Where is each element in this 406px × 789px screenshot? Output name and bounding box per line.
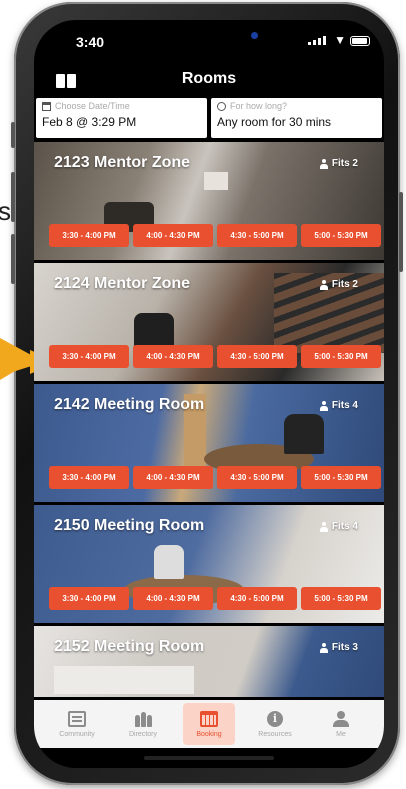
me-icon	[332, 710, 350, 727]
tab-label: Directory	[128, 730, 157, 738]
time-slot-button[interactable]: 4:00 - 4:30 PM	[133, 466, 213, 489]
time-slot-button[interactable]: 4:30 - 5:00 PM	[217, 224, 297, 247]
time-slot-button[interactable]: 3:30 - 4:00 PM	[49, 345, 129, 368]
room-card[interactable]: 2124 Mentor Zone Fits 2 3:30 - 4:00 PM 4…	[34, 263, 384, 381]
room-photo-detail	[284, 414, 324, 454]
duration-placeholder: For how long?	[230, 101, 288, 111]
date-time-placeholder: Choose Date/Time	[55, 101, 130, 111]
room-capacity: Fits 4	[319, 521, 358, 532]
calendar-icon	[42, 101, 51, 111]
phone-button	[11, 172, 15, 222]
signal-icon	[308, 36, 326, 45]
time-slot-button[interactable]: 4:00 - 4:30 PM	[133, 345, 213, 368]
room-name: 2123 Mentor Zone	[54, 154, 191, 171]
duration-value: Any room for 30 mins	[217, 115, 332, 129]
home-indicator	[144, 756, 274, 760]
room-list[interactable]: 2123 Mentor Zone Fits 2 3:30 - 4:00 PM 4…	[34, 142, 384, 697]
tab-bar: Community Directory Booking i Resources …	[34, 700, 384, 748]
room-name: 2152 Meeting Room	[54, 638, 205, 655]
room-photo-detail	[54, 666, 194, 694]
time-slot-button[interactable]: 3:30 - 4:00 PM	[49, 587, 129, 610]
phone-button	[399, 192, 403, 272]
tab-label: Me	[336, 730, 346, 738]
time-slot-button[interactable]: 3:30 - 4:00 PM	[49, 466, 129, 489]
tab-label: Community	[59, 730, 95, 738]
community-icon	[68, 710, 86, 727]
time-slot-button[interactable]: 4:30 - 5:00 PM	[217, 587, 297, 610]
date-time-value: Feb 8 @ 3:29 PM	[42, 115, 137, 129]
wifi-icon: ▼	[334, 33, 346, 47]
time-slot-button[interactable]: 4:00 - 4:30 PM	[133, 587, 213, 610]
person-icon	[319, 279, 328, 290]
time-slot-button[interactable]: 5:00 - 5:30 PM	[301, 224, 381, 247]
person-icon	[319, 642, 328, 653]
notch	[120, 20, 300, 48]
resources-icon: i	[267, 710, 283, 727]
room-card[interactable]: 2142 Meeting Room Fits 4 3:30 - 4:00 PM …	[34, 384, 384, 502]
directory-icon	[134, 711, 152, 727]
time-slot-button[interactable]: 4:30 - 5:00 PM	[217, 345, 297, 368]
phone-screen: 3:40 ▼ Rooms Choose Date/Time Feb 8 @ 3:…	[34, 20, 384, 768]
nav-bar: Rooms	[34, 60, 384, 96]
room-photo-detail	[204, 172, 228, 190]
room-name: 2124 Mentor Zone	[54, 275, 191, 292]
phone-button	[11, 122, 15, 148]
room-photo-detail	[154, 545, 184, 579]
time-slots: 3:30 - 4:00 PM 4:00 - 4:30 PM 4:30 - 5:0…	[49, 224, 381, 247]
page-title: Rooms	[181, 70, 237, 87]
tab-label: Booking	[196, 730, 222, 738]
time-slot-button[interactable]: 5:00 - 5:30 PM	[301, 466, 381, 489]
battery-icon	[350, 36, 370, 46]
room-name: 2142 Meeting Room	[54, 396, 205, 413]
tab-directory[interactable]: Directory	[117, 703, 169, 745]
tab-label: Resources	[258, 730, 292, 738]
room-capacity: Fits 2	[319, 158, 358, 169]
room-card[interactable]: 2150 Meeting Room Fits 4 3:30 - 4:00 PM …	[34, 505, 384, 623]
tab-resources[interactable]: i Resources	[249, 703, 301, 745]
stage: s. 3:40 ▼ Rooms Choose Date/Time Feb 8 @…	[0, 0, 406, 789]
room-capacity: Fits 4	[319, 400, 358, 411]
room-card[interactable]: 2152 Meeting Room Fits 3	[34, 626, 384, 697]
filter-bar: Choose Date/Time Feb 8 @ 3:29 PM For how…	[34, 98, 384, 138]
room-capacity: Fits 3	[319, 642, 358, 653]
time-slot-button[interactable]: 4:00 - 4:30 PM	[133, 224, 213, 247]
time-slot-button[interactable]: 3:30 - 4:00 PM	[49, 224, 129, 247]
camera-icon	[251, 32, 258, 39]
room-name: 2150 Meeting Room	[54, 517, 205, 534]
person-icon	[319, 158, 328, 169]
time-slot-button[interactable]: 5:00 - 5:30 PM	[301, 587, 381, 610]
time-slots: 3:30 - 4:00 PM 4:00 - 4:30 PM 4:30 - 5:0…	[49, 466, 381, 489]
status-time: 3:40	[76, 34, 105, 50]
tab-booking[interactable]: Booking	[183, 703, 235, 745]
time-slots: 3:30 - 4:00 PM 4:00 - 4:30 PM 4:30 - 5:0…	[49, 587, 381, 610]
time-slot-button[interactable]: 5:00 - 5:30 PM	[301, 345, 381, 368]
date-time-picker[interactable]: Choose Date/Time Feb 8 @ 3:29 PM	[36, 98, 207, 138]
time-slots: 3:30 - 4:00 PM 4:00 - 4:30 PM 4:30 - 5:0…	[49, 345, 381, 368]
status-bar: 3:40 ▼	[34, 20, 384, 60]
person-icon	[319, 521, 328, 532]
tab-me[interactable]: Me	[315, 703, 367, 745]
time-slot-button[interactable]: 4:30 - 5:00 PM	[217, 466, 297, 489]
clock-icon	[217, 101, 226, 111]
room-capacity: Fits 2	[319, 279, 358, 290]
duration-picker[interactable]: For how long? Any room for 30 mins	[211, 98, 382, 138]
person-icon	[319, 400, 328, 411]
tab-community[interactable]: Community	[51, 703, 103, 745]
booking-icon	[200, 710, 218, 727]
phone-button	[11, 234, 15, 284]
room-card[interactable]: 2123 Mentor Zone Fits 2 3:30 - 4:00 PM 4…	[34, 142, 384, 260]
